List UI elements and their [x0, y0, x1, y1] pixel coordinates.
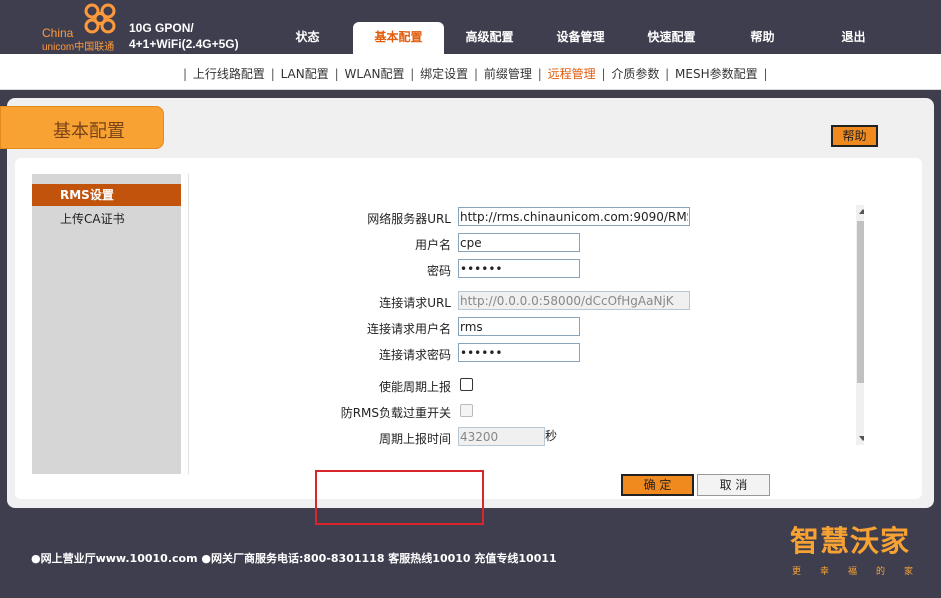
scroll-up-arrow-icon[interactable] [859, 209, 864, 214]
tab-help[interactable]: 帮助 [717, 22, 808, 54]
confirm-button[interactable]: 确 定 [621, 474, 694, 496]
row-username: 用户名 [189, 233, 689, 255]
tab-device-management[interactable]: 设备管理 [535, 22, 626, 54]
product-line-1: 10G GPON/ [129, 21, 194, 35]
scroll-down-arrow-icon[interactable] [859, 436, 864, 441]
row-conn-req-username: 连接请求用户名 [189, 317, 689, 339]
logo-text-unicom: unicom中国联通 [42, 42, 115, 53]
subnav-separator: | [474, 67, 479, 81]
conn-req-username-label: 连接请求用户名 [366, 322, 451, 336]
row-password: 密码 [189, 259, 689, 281]
row-rms-overload: 防RMS负载过重开关 [189, 401, 689, 423]
subnav-lan-config[interactable]: LAN配置 [281, 67, 329, 81]
product-line-2: 4+1+WiFi(2.4G+5G) [129, 37, 239, 51]
password-input[interactable] [458, 259, 580, 278]
subnav-uplink-config[interactable]: 上行线路配置 [193, 67, 265, 81]
tab-quick-config[interactable]: 快速配置 [626, 22, 717, 54]
rms-overload-checkbox [460, 404, 473, 417]
sub-navigation: | 上行线路配置 | LAN配置 | WLAN配置 | 绑定设置 | 前缀管理 … [0, 54, 941, 90]
periodic-interval-input [458, 427, 545, 446]
conn-req-url-label: 连接请求URL [379, 296, 451, 310]
periodic-interval-unit: 秒 [545, 429, 558, 443]
periodic-inform-label: 使能周期上报 [378, 380, 451, 394]
help-button[interactable]: 帮助 [831, 125, 878, 147]
menu-item-upload-ca-cert[interactable]: 上传CA证书 [32, 208, 181, 230]
brand-tagline: 更幸福的家 [792, 567, 933, 577]
subnav-separator: | [410, 67, 415, 81]
menu-item-rms-settings[interactable]: RMS设置 [32, 184, 181, 206]
subnav-separator: | [183, 67, 188, 81]
subnav-separator: | [601, 67, 606, 81]
subnav-separator: | [270, 67, 275, 81]
left-menu: RMS设置 上传CA证书 [32, 174, 181, 474]
subnav-links: | 上行线路配置 | LAN配置 | WLAN配置 | 绑定设置 | 前缀管理 … [181, 65, 770, 82]
conn-req-password-input[interactable] [458, 343, 580, 362]
conn-req-username-input[interactable] [458, 317, 580, 336]
subnav-binding-settings[interactable]: 绑定设置 [420, 67, 468, 81]
row-server-url: 网络服务器URL [189, 207, 690, 229]
tab-status[interactable]: 状态 [262, 22, 353, 54]
product-name: 10G GPON/ 4+1+WiFi(2.4G+5G) [129, 20, 239, 52]
inner-panel: RMS设置 上传CA证书 网络服务器URL 用户名 密码 连接请求URL 连接请… [15, 158, 922, 499]
cancel-button[interactable]: 取 消 [697, 474, 770, 496]
subnav-remote-management[interactable]: 远程管理 [548, 67, 596, 81]
row-periodic-inform: 使能周期上报 [189, 375, 689, 397]
username-input[interactable] [458, 233, 580, 252]
brand-logo: 智慧沃家 更幸福的家 [790, 518, 925, 578]
tab-basic-config[interactable]: 基本配置 [353, 22, 444, 54]
form-scrollbar[interactable] [856, 205, 864, 445]
subnav-separator: | [763, 67, 768, 81]
brand-slogan: 智慧沃家 [790, 524, 911, 558]
subnav-prefix-management[interactable]: 前缀管理 [484, 67, 532, 81]
subnav-separator: | [537, 67, 542, 81]
server-url-input[interactable] [458, 207, 690, 226]
rms-overload-label: 防RMS负载过重开关 [340, 406, 451, 420]
section-title: 基本配置 [53, 121, 125, 142]
unicom-logo: China unicom中国联通 [36, 2, 126, 53]
subnav-media-params[interactable]: 介质参数 [611, 67, 659, 81]
subnav-mesh-config[interactable]: MESH参数配置 [675, 67, 758, 81]
content-panel: 基本配置 帮助 RMS设置 上传CA证书 网络服务器URL 用户名 密码 连接请… [0, 98, 934, 525]
scroll-thumb[interactable] [857, 221, 864, 383]
periodic-inform-checkbox[interactable] [460, 378, 473, 391]
username-label: 用户名 [414, 238, 451, 252]
tab-advanced-config[interactable]: 高级配置 [444, 22, 535, 54]
main-tabs: 状态 基本配置 高级配置 设备管理 快速配置 帮助 退出 [262, 22, 899, 54]
row-conn-req-password: 连接请求密码 [189, 343, 689, 365]
conn-req-url-input [458, 291, 690, 310]
row-periodic-interval: 周期上报时间 秒 [189, 427, 689, 449]
footer-contact-info: ●网上营业厅www.10010.com ●网关厂商服务电话:800-830111… [31, 552, 557, 565]
section-title-tab: 基本配置 [0, 106, 164, 149]
periodic-interval-label: 周期上报时间 [378, 432, 451, 446]
row-conn-req-url: 连接请求URL [189, 291, 690, 313]
server-url-label: 网络服务器URL [367, 212, 451, 226]
conn-req-password-label: 连接请求密码 [378, 348, 451, 362]
subnav-wlan-config[interactable]: WLAN配置 [344, 67, 404, 81]
rms-form: 网络服务器URL 用户名 密码 连接请求URL 连接请求用户名 连接请求密码 [188, 174, 864, 474]
password-label: 密码 [426, 264, 451, 278]
tab-logout[interactable]: 退出 [808, 22, 899, 54]
subnav-separator: | [665, 67, 670, 81]
top-header: China unicom中国联通 10G GPON/ 4+1+WiFi(2.4G… [0, 0, 941, 54]
subnav-separator: | [334, 67, 339, 81]
unicom-knot-icon [84, 3, 116, 34]
